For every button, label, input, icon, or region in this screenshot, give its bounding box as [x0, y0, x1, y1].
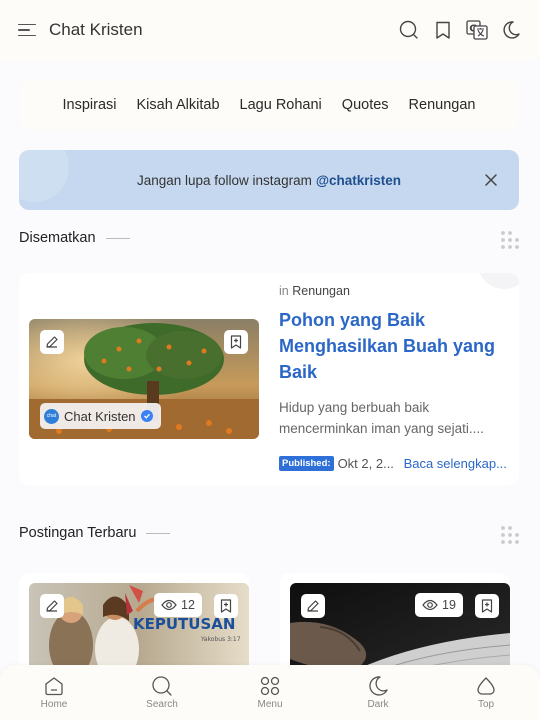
- pinned-post-card: chat Chat Kristen in Renungan Pohon yang…: [19, 273, 519, 485]
- bookmark-add-icon[interactable]: [214, 594, 238, 618]
- edit-icon[interactable]: [40, 594, 64, 618]
- divider: [105, 237, 130, 239]
- search-icon: [152, 676, 172, 696]
- eye-icon: [161, 599, 177, 611]
- bottom-nav-label: Search: [146, 699, 178, 710]
- pinned-section-title: Disematkan: [19, 230, 130, 246]
- bookmark-add-icon[interactable]: [475, 594, 499, 618]
- post-date: Okt 2, 2...: [337, 456, 394, 471]
- view-count: 12: [181, 598, 195, 612]
- moon-icon[interactable]: [500, 19, 522, 41]
- dots-icon: [500, 230, 520, 250]
- view-count-badge: 12: [154, 593, 202, 617]
- close-icon[interactable]: [483, 172, 499, 188]
- post-category: in Renungan: [279, 284, 350, 298]
- bottom-nav-search[interactable]: Search: [108, 665, 216, 720]
- site-title[interactable]: Chat Kristen: [49, 20, 143, 40]
- bottom-nav-label: Home: [40, 699, 68, 710]
- instagram-handle-link[interactable]: @chatkristen: [316, 173, 401, 188]
- nav-link-quotes[interactable]: Quotes: [342, 97, 389, 113]
- category-nav: Inspirasi Kisah Alkitab Lagu Rohani Quot…: [19, 80, 519, 130]
- hamburger-menu-icon[interactable]: [18, 19, 40, 41]
- divider: [146, 532, 171, 534]
- decorative-blob: [19, 150, 69, 202]
- nav-link-kisah-alkitab[interactable]: Kisah Alkitab: [137, 97, 220, 113]
- moon-icon: [369, 676, 388, 696]
- author-badge[interactable]: chat Chat Kristen: [40, 403, 161, 429]
- author-name: Chat Kristen: [64, 408, 136, 424]
- top-header: Chat Kristen G: [0, 0, 540, 60]
- arrow-up-icon: [477, 677, 495, 695]
- eye-icon: [422, 599, 438, 611]
- bottom-nav-label: Dark: [367, 699, 389, 710]
- verified-icon: [140, 410, 153, 422]
- edit-icon[interactable]: [40, 330, 64, 354]
- category-prefix: in: [279, 284, 289, 298]
- pinned-heading: Disematkan: [19, 230, 96, 246]
- decorative-corner: [479, 273, 519, 289]
- header-actions: G: [398, 19, 522, 41]
- dots-icon: [500, 525, 520, 545]
- bottom-nav-label: Menu: [257, 699, 283, 710]
- post-meta: Published: Okt 2, 2... Baca selengkap...: [279, 456, 511, 471]
- home-icon: [45, 677, 63, 696]
- grid-icon: [260, 676, 280, 696]
- notice-text: Jangan lupa follow instagram: [136, 172, 312, 188]
- post-thumbnail[interactable]: chat Chat Kristen: [29, 319, 259, 439]
- instagram-notice: Jangan lupa follow instagram @chatkriste…: [19, 150, 519, 210]
- search-icon[interactable]: [398, 19, 420, 41]
- bookmark-icon[interactable]: [432, 19, 454, 41]
- thumbnail-subtext: Yakobus 3:17: [200, 636, 241, 643]
- bottom-nav-dark[interactable]: Dark: [324, 665, 432, 720]
- nav-link-renungan[interactable]: Renungan: [409, 97, 476, 113]
- bottom-nav-top[interactable]: Top: [432, 665, 540, 720]
- bookmark-add-icon[interactable]: [224, 330, 248, 354]
- nav-link-lagu-rohani[interactable]: Lagu Rohani: [240, 97, 322, 113]
- post-title-link[interactable]: Pohon yang Baik Menghasilkan Buah yang B…: [279, 307, 509, 385]
- latest-section-title: Postingan Terbaru: [19, 525, 171, 541]
- bottom-nav-menu[interactable]: Menu: [216, 665, 324, 720]
- read-more-link[interactable]: Baca selengkap...: [404, 456, 511, 471]
- post-snippet: Hidup yang berbuah baik mencerminkan ima…: [279, 400, 484, 436]
- view-count: 19: [442, 598, 456, 612]
- bottom-nav-label: Top: [477, 699, 495, 710]
- view-count-badge: 19: [415, 593, 463, 617]
- latest-heading: Postingan Terbaru: [19, 525, 137, 541]
- edit-icon[interactable]: [301, 594, 325, 618]
- avatar: chat: [44, 408, 59, 424]
- bottom-navigation: Home Search Menu Dark Top: [0, 665, 540, 720]
- category-link[interactable]: Renungan: [292, 284, 350, 298]
- bottom-nav-home[interactable]: Home: [0, 665, 108, 720]
- nav-link-inspirasi[interactable]: Inspirasi: [63, 97, 117, 113]
- published-label: Published:: [279, 456, 334, 471]
- translate-icon[interactable]: G: [466, 19, 488, 41]
